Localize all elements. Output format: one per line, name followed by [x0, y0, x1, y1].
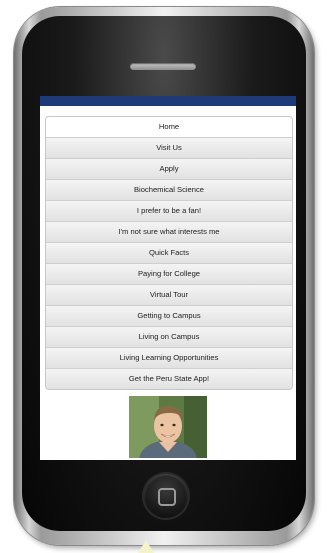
profile-photo [129, 396, 207, 458]
nav-menu: Home Visit Us Apply Biochemical Science … [45, 116, 293, 390]
speaker-grille [130, 63, 196, 70]
menu-item-living-on-campus[interactable]: Living on Campus [46, 326, 292, 347]
home-button-square-icon [158, 488, 176, 506]
menu-item-get-app[interactable]: Get the Peru State App! [46, 368, 292, 389]
app-screen: Home Visit Us Apply Biochemical Science … [40, 96, 296, 460]
menu-item-paying-for-college[interactable]: Paying for College [46, 263, 292, 284]
top-header-bar [40, 96, 296, 106]
menu-item-apply[interactable]: Apply [46, 158, 292, 179]
menu-item-not-sure[interactable]: I'm not sure what interests me [46, 221, 292, 242]
menu-item-virtual-tour[interactable]: Virtual Tour [46, 284, 292, 305]
menu-item-getting-to-campus[interactable]: Getting to Campus [46, 305, 292, 326]
menu-item-biochemical-science[interactable]: Biochemical Science [46, 179, 292, 200]
menu-item-living-learning[interactable]: Living Learning Opportunities [46, 347, 292, 368]
menu-item-home[interactable]: Home [46, 117, 292, 137]
home-button[interactable] [144, 474, 188, 518]
menu-item-visit-us[interactable]: Visit Us [46, 137, 292, 158]
menu-item-fan[interactable]: I prefer to be a fan! [46, 200, 292, 221]
menu-item-quick-facts[interactable]: Quick Facts [46, 242, 292, 263]
bottom-pointer-tab [138, 540, 154, 553]
